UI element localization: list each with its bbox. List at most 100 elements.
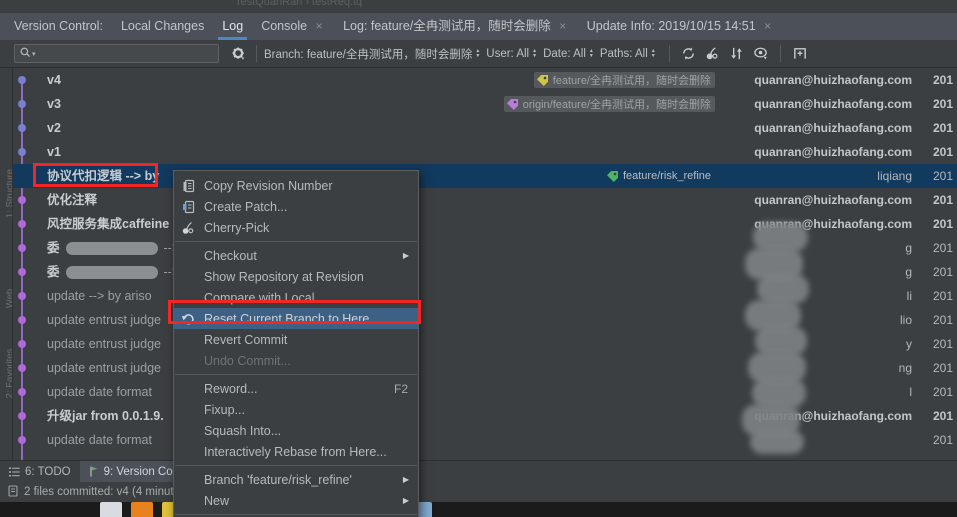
menu-item-compare-with-local[interactable]: Compare with Local xyxy=(174,287,418,308)
tab-close-icon[interactable]: × xyxy=(762,13,774,40)
menu-item-squash-into[interactable]: Squash Into... xyxy=(174,420,418,441)
tab-close-icon[interactable]: × xyxy=(557,13,569,40)
commit-subject-text: update date format xyxy=(47,385,152,399)
table-row[interactable]: update date format l 201 xyxy=(13,380,957,404)
log-settings-gear-button[interactable] xyxy=(229,47,249,61)
commit-date: 201 xyxy=(932,433,953,447)
table-row[interactable]: update entrust judge y 201 xyxy=(13,332,957,356)
commit-date: 201 xyxy=(932,193,953,207)
branch-tag-icon xyxy=(536,75,548,86)
search-dropdown-icon[interactable]: ▾ xyxy=(32,50,36,58)
gear-icon xyxy=(232,47,245,60)
table-row[interactable]: update entrust judge lio 201 xyxy=(13,308,957,332)
table-row[interactable]: 协议代扣逻辑 --> by feature/risk_refine liqiang 2… xyxy=(13,164,957,188)
branch-ref-label[interactable]: feature/全冉测试用，随时会删除 xyxy=(533,72,715,88)
tab-0[interactable]: Version Control: xyxy=(14,13,103,40)
table-row[interactable]: v1 quanran@huizhaofang.com 201 xyxy=(13,140,957,164)
patch-icon xyxy=(180,199,197,215)
tool-window-tabbar: Version Control: Local Changes Log Console ×… xyxy=(0,13,957,40)
menu-item-revert-commit[interactable]: Revert Commit xyxy=(174,329,418,350)
menu-item-fixup[interactable]: Fixup... xyxy=(174,399,418,420)
menu-item-label: Branch 'feature/risk_refine' xyxy=(204,472,352,487)
table-row[interactable]: v2 quanran@huizhaofang.com 201 xyxy=(13,116,957,140)
branch-filter[interactable]: Branch: feature/全冉测试用，随时会删除 ▲ ▼ xyxy=(264,46,480,62)
table-row[interactable]: update entrust judge ng 201 xyxy=(13,356,957,380)
tool-window-bar: 6: TODO9: Version ControlBuildJava Enter… xyxy=(0,460,957,483)
commit-log-table[interactable]: v4 feature/全冉测试用，随时会删除 quanran@huizhaofang… xyxy=(13,68,957,460)
menu-item-label: Squash Into... xyxy=(204,423,282,438)
refresh-button[interactable] xyxy=(677,43,701,65)
user-filter[interactable]: User: All ▲ ▼ xyxy=(486,47,537,60)
menu-item-show-repository-at-revision[interactable]: Show Repository at Revision xyxy=(174,266,418,287)
explorer-app[interactable] xyxy=(100,502,122,517)
date-filter[interactable]: Date: All ▲ ▼ xyxy=(543,48,594,60)
collapse-expand-button[interactable] xyxy=(725,43,749,65)
table-row[interactable]: 升级jar from 0.0.1.9. quanran@huizhaofang.c… xyxy=(13,404,957,428)
left-strip-item-0[interactable]: 1: Structure xyxy=(5,154,13,234)
table-row[interactable]: update --> by ariso li 201 xyxy=(13,284,957,308)
commit-context-menu[interactable]: Copy Revision Number Create Patch... Cherr… xyxy=(173,170,419,517)
tool-window-button-0[interactable]: 6: TODO xyxy=(0,461,80,483)
refresh-icon xyxy=(683,47,695,60)
tab-5[interactable]: Update Info: 2019/10/15 14:51 × xyxy=(587,13,774,40)
branch-ref-text: origin/feature/全冉测试用，随时会删除 xyxy=(522,99,711,111)
menu-item-reword[interactable]: Reword... F2 xyxy=(174,378,418,399)
windows-taskbar[interactable] xyxy=(0,502,957,517)
menu-item-create-patch[interactable]: Create Patch... xyxy=(174,196,418,217)
left-strip-item-2[interactable]: 2: Favorites xyxy=(5,334,13,414)
commit-date: 201 xyxy=(932,313,953,327)
table-row[interactable]: v3 origin/feature/全冉测试用，随时会删除 quanran@huiz… xyxy=(13,92,957,116)
menu-item-branch-feature-risk-refine[interactable]: Branch 'feature/risk_refine' ▶ xyxy=(174,469,418,490)
branch-ref-label[interactable]: origin/feature/全冉测试用，随时会删除 xyxy=(503,96,715,112)
clipboard-icon xyxy=(180,178,197,194)
paths-filter[interactable]: Paths: All ▲ ▼ xyxy=(600,48,656,60)
tab-1[interactable]: Local Changes xyxy=(121,13,204,40)
cherry-pick-icon xyxy=(707,47,718,60)
tab-close-icon[interactable]: × xyxy=(313,13,325,40)
menu-item-label: Checkout xyxy=(204,248,257,263)
user-filter-label: User: All xyxy=(486,47,530,60)
menu-item-checkout[interactable]: Checkout ▶ xyxy=(174,245,418,266)
tab-label: Console xyxy=(261,19,308,33)
commit-subject: update entrust judge xyxy=(47,332,161,356)
commit-author: quanran@huizhaofang.com xyxy=(754,97,912,111)
table-row[interactable]: update date format 201 xyxy=(13,428,957,452)
menu-separator xyxy=(175,374,417,375)
table-row[interactable]: 风控服务集成caffeine quanran@huizhaofang.com 201 xyxy=(13,212,957,236)
show-details-button[interactable] xyxy=(749,43,773,65)
branch-ref-label[interactable]: feature/risk_refine xyxy=(604,168,715,184)
menu-item-new[interactable]: New ▶ xyxy=(174,490,418,511)
show-details-icon xyxy=(754,47,767,60)
commit-subject: v2 xyxy=(47,116,61,140)
commit-subject: update date format xyxy=(47,380,152,404)
tab-4[interactable]: Log: feature/全冉测试用，随时会删除 × xyxy=(343,13,569,40)
tab-3[interactable]: Console × xyxy=(261,13,325,40)
commit-subject-text: 风控服务集成caffeine xyxy=(47,217,170,231)
chevron-updown-icon: ▲ ▼ xyxy=(475,47,480,59)
search-input[interactable]: ▾ xyxy=(14,44,219,63)
table-row[interactable]: 委--> byg201 xyxy=(13,260,957,284)
commit-subject-text: v3 xyxy=(47,97,61,111)
cherry-pick-button[interactable] xyxy=(701,43,725,65)
open-new-tab-button[interactable] xyxy=(788,43,812,65)
menu-item-cherry-pick[interactable]: Cherry-Pick xyxy=(174,217,418,238)
table-row[interactable]: 优化注释 quanran@huizhaofang.com 201 xyxy=(13,188,957,212)
tab-label: Version Control: xyxy=(14,19,103,33)
commit-subject: 升级jar from 0.0.1.9. xyxy=(47,404,164,428)
commit-date: 201 xyxy=(932,97,953,111)
tab-label: Update Info: 2019/10/15 14:51 xyxy=(586,19,756,33)
left-strip-item-1[interactable]: Web xyxy=(5,259,13,339)
menu-item-label: Interactively Rebase from Here... xyxy=(204,444,387,459)
commit-date: 201 xyxy=(932,265,953,279)
menu-item-interactively-rebase-from-here[interactable]: Interactively Rebase from Here... xyxy=(174,441,418,462)
tab-2[interactable]: Log xyxy=(218,13,248,40)
menu-item-copy-revision-number[interactable]: Copy Revision Number xyxy=(174,175,418,196)
firefox-app[interactable] xyxy=(131,502,153,517)
menu-item-label: Revert Commit xyxy=(204,332,288,347)
table-row[interactable]: 委--> byg201 xyxy=(13,236,957,260)
table-row[interactable]: v4 feature/全冉测试用，随时会删除 quanran@huizhaofang… xyxy=(13,68,957,92)
menu-item-label: Fixup... xyxy=(204,402,245,417)
menu-item-reset-current-branch-to-here[interactable]: Reset Current Branch to Here... xyxy=(174,308,418,329)
branch-tag-icon xyxy=(606,171,618,182)
menu-item-label: Show Repository at Revision xyxy=(204,269,364,284)
